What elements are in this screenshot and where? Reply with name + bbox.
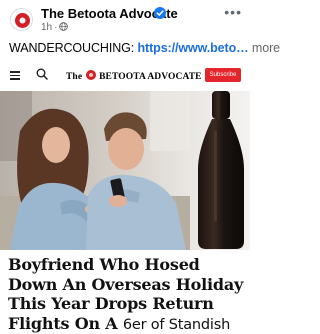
post-caption: WANDERCOUCHING: https://www.beto… more <box>9 41 280 55</box>
headline-tail: 6er of Standish <box>122 316 231 333</box>
subscribe-button[interactable]: Subscribe <box>205 68 241 82</box>
globe-icon <box>59 22 69 31</box>
see-more-link[interactable]: more <box>249 41 280 55</box>
page-avatar[interactable] <box>10 8 33 31</box>
more-dots-icon[interactable]: ••• <box>224 5 242 19</box>
logo-badge-icon <box>85 70 96 80</box>
caption-link[interactable]: https://www.beto… <box>138 41 249 55</box>
article-headline[interactable]: Boyfriend Who Hosed Down An Overseas Hol… <box>8 255 248 334</box>
article-hero-image[interactable] <box>0 91 250 250</box>
logo-wordmark: BETOOTA ADVOCATE <box>99 72 202 82</box>
hamburger-icon[interactable] <box>10 71 20 80</box>
caption-text: WANDERCOUCHING: <box>9 41 138 55</box>
post-meta: 1h · <box>41 22 69 33</box>
post-time[interactable]: 1h <box>41 22 52 33</box>
site-logo[interactable]: The BETOOTA ADVOCATE <box>66 70 202 82</box>
logo-prefix: The <box>66 72 83 82</box>
verified-badge-icon <box>154 7 166 19</box>
search-icon[interactable] <box>36 68 48 80</box>
site-nav-bar: The BETOOTA ADVOCATE Subscribe <box>0 62 250 88</box>
post-header: The Betoota Advocate ••• 1h · <box>0 0 250 36</box>
meta-separator: · <box>54 22 58 33</box>
